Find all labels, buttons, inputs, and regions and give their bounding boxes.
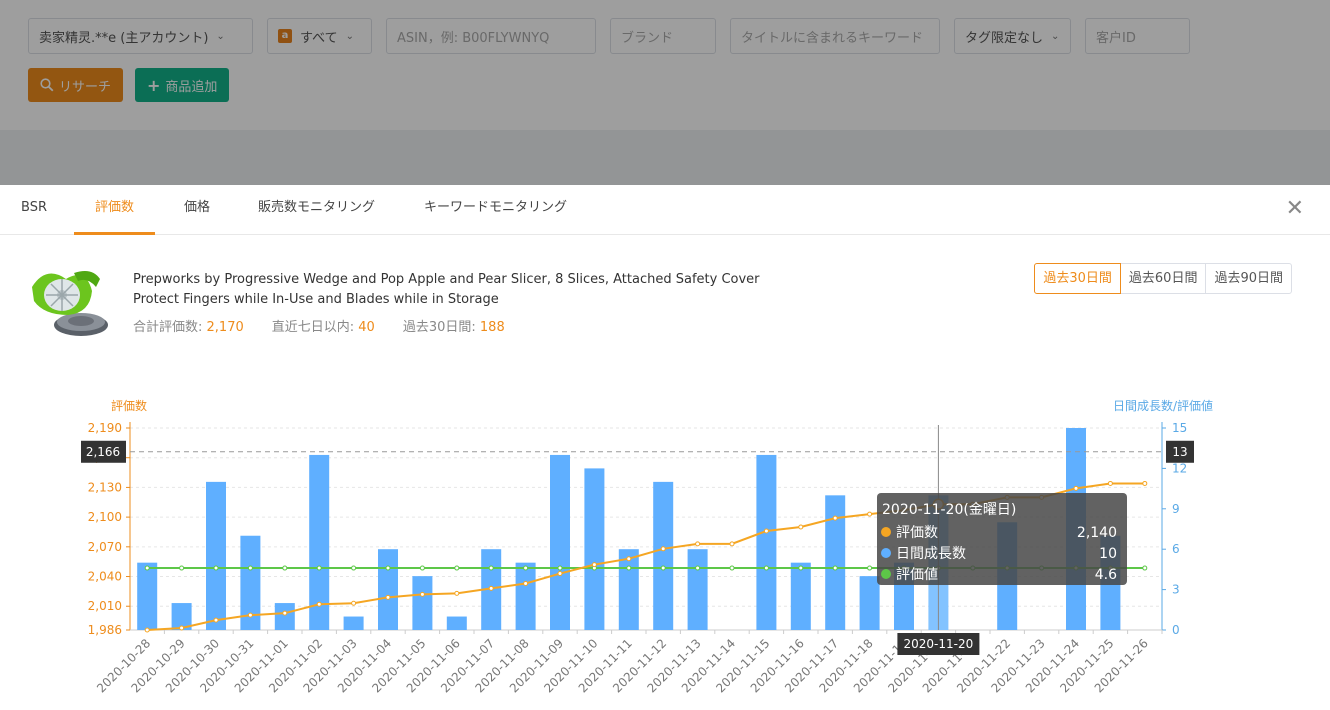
last30-stat: 過去30日間: 188 (403, 316, 505, 335)
total-reviews-label: 合計評価数: (133, 320, 203, 335)
range-30-button[interactable]: 過去30日間 (1034, 263, 1121, 294)
range-selector: 過去30日間 過去60日間 過去90日間 (1034, 263, 1292, 294)
product-title-line1: Prepworks by Progressive Wedge and Pop A… (133, 272, 760, 287)
tab-bsr[interactable]: BSR (21, 185, 47, 235)
tab-reviews[interactable]: 評価数 (74, 185, 155, 235)
product-title-line2: Protect Fingers while In-Use and Blades … (133, 292, 499, 307)
total-reviews-value: 2,170 (206, 320, 244, 335)
last30-value: 188 (479, 320, 505, 335)
last7-value: 40 (358, 320, 375, 335)
product-title[interactable]: Prepworks by Progressive Wedge and Pop A… (133, 270, 773, 310)
last7-label: 直近七日以内: (271, 320, 355, 335)
modal-overlay[interactable] (0, 0, 1330, 185)
review-stats: 合計評価数: 2,170 直近七日以内: 40 過去30日間: 188 (133, 316, 505, 335)
modal-tabs: BSR 評価数 価格 販売数モニタリング キーワードモニタリング ✕ (0, 185, 1330, 235)
close-icon[interactable]: ✕ (1286, 196, 1304, 222)
tab-keyword-monitoring[interactable]: キーワードモニタリング (424, 185, 567, 235)
last30-label: 過去30日間: (402, 320, 476, 335)
review-modal: BSR 評価数 価格 販売数モニタリング キーワードモニタリング ✕ Prepw… (0, 185, 1330, 710)
total-reviews-stat: 合計評価数: 2,170 (133, 316, 244, 335)
tab-sales-monitoring[interactable]: 販売数モニタリング (258, 185, 375, 235)
tab-price[interactable]: 価格 (184, 185, 210, 235)
last7-stat: 直近七日以内: 40 (272, 316, 375, 335)
range-90-button[interactable]: 過去90日間 (1205, 263, 1292, 294)
product-thumbnail[interactable] (26, 265, 110, 339)
range-60-button[interactable]: 過去60日間 (1119, 263, 1207, 294)
